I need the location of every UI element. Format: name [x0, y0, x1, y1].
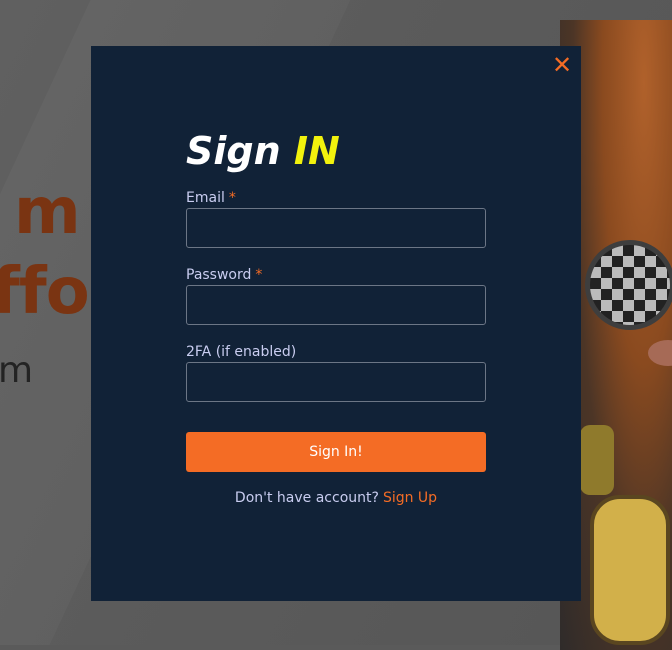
- password-label-text: Password: [186, 267, 252, 283]
- close-icon[interactable]: ✕: [551, 53, 573, 77]
- sign-up-link[interactable]: Sign Up: [383, 490, 437, 506]
- signup-prompt: Don't have account?: [234, 490, 379, 506]
- email-label: Email *: [186, 190, 236, 206]
- background-subtext: m: [0, 350, 34, 391]
- title-main: Sign: [186, 129, 281, 173]
- twofa-field[interactable]: [186, 362, 486, 402]
- sign-in-button[interactable]: Sign In!: [186, 432, 486, 472]
- email-field[interactable]: [186, 208, 486, 248]
- email-required-mark: *: [228, 190, 236, 206]
- signup-row: Don't have account? Sign Up: [186, 490, 486, 506]
- email-label-text: Email: [186, 190, 225, 206]
- twofa-label: 2FA (if enabled): [186, 344, 297, 360]
- hero-bangle-illustration: [590, 495, 670, 645]
- hero-earring-illustration: [580, 425, 614, 495]
- background-headline-line1: m: [14, 175, 81, 249]
- password-required-mark: *: [255, 267, 263, 283]
- modal-title: Sign IN: [186, 128, 340, 174]
- password-label: Password *: [186, 267, 262, 283]
- hero-sunglasses-illustration: [585, 240, 672, 330]
- password-field[interactable]: [186, 285, 486, 325]
- title-accent: IN: [293, 129, 340, 173]
